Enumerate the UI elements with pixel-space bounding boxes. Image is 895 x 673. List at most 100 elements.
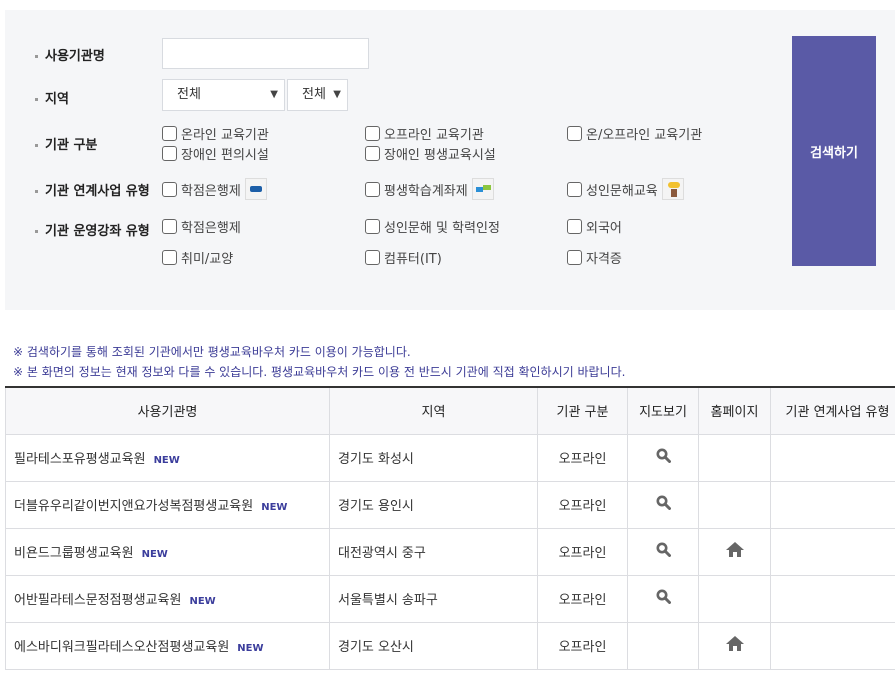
region-cell: 경기도 오산시 (329, 621, 538, 670)
course-checkbox[interactable]: 자격증 (567, 248, 622, 267)
region-label: 지역 (35, 88, 69, 107)
table-row: 필라테스포유평생교육원 NEW 경기도 화성시 오프라인 (5, 433, 895, 482)
link-type-cell (770, 621, 895, 670)
course-checkbox[interactable]: 컴퓨터(IT) (365, 248, 442, 267)
notice-2: ※ 본 화면의 정보는 현재 정보와 다를 수 있습니다. 평생교육바우처 카드… (13, 365, 626, 379)
institution-name-link[interactable]: 어반필라테스문정점평생교육원 (14, 593, 181, 608)
magnifier-icon[interactable] (656, 495, 671, 514)
type-checkbox[interactable]: 장애인 평생교육시설 (365, 144, 496, 163)
link-label: 기관 연계사업 유형 (35, 180, 150, 199)
checkbox[interactable] (365, 146, 380, 161)
link-checkbox[interactable]: 평생학습계좌제 (365, 178, 494, 200)
col-header-homepage: 홈페이지 (698, 387, 771, 435)
checkbox[interactable] (567, 219, 582, 234)
checkbox[interactable] (365, 126, 380, 141)
region-select-1[interactable]: 전체 ▼ (162, 79, 285, 111)
checkbox-label: 컴퓨터(IT) (384, 252, 442, 267)
institution-name-link[interactable]: 에스바디워크필라테스오산점평생교육원 (14, 640, 229, 655)
map-cell (627, 574, 699, 623)
search-button[interactable]: 검색하기 (792, 36, 876, 266)
course-checkbox[interactable]: 취미/교양 (162, 248, 233, 267)
region-cell: 대전광역시 중구 (329, 527, 538, 576)
new-badge: NEW (189, 596, 216, 607)
col-header-type: 기관 구분 (537, 387, 628, 435)
course-checkbox[interactable]: 학점은행제 (162, 217, 241, 236)
link-type-cell (770, 527, 895, 576)
col-header-region: 지역 (329, 387, 538, 435)
search-panel: 사용기관명 지역 전체 ▼ 전체 ▼ 기관 구분 온라인 교육기관 오프라인 교육기… (5, 10, 895, 310)
new-badge: NEW (141, 549, 168, 560)
table-row: 어반필라테스문정점평생교육원 NEW 서울특별시 송파구 오프라인 (5, 574, 895, 623)
checkbox[interactable] (365, 250, 380, 265)
homepage-cell (698, 574, 771, 623)
link-type-cell (770, 574, 895, 623)
link-checkbox[interactable]: 학점은행제 (162, 178, 267, 200)
course-checkbox[interactable]: 성인문해 및 학력인정 (365, 217, 500, 236)
type-value: 오프라인 (558, 499, 607, 514)
table-row: 에스바디워크필라테스오산점평생교육원 NEW 경기도 오산시 오프라인 (5, 621, 895, 670)
region-cell: 서울특별시 송파구 (329, 574, 538, 623)
institution-name-input[interactable] (162, 38, 369, 69)
type-cell: 오프라인 (537, 433, 628, 482)
table-row: 더블유우리같이번지앤요가성복점평생교육원 NEW 경기도 용인시 오프라인 (5, 480, 895, 529)
checkbox-label: 학점은행제 (181, 221, 241, 236)
magnifier-icon[interactable] (656, 448, 671, 467)
region-select-2-value: 전체 (302, 87, 326, 102)
region-cell: 경기도 화성시 (329, 433, 538, 482)
type-checkbox[interactable]: 온/오프라인 교육기관 (567, 124, 702, 143)
checkbox-label: 취미/교양 (181, 252, 234, 267)
type-cell: 오프라인 (537, 480, 628, 529)
homepage-cell (698, 433, 771, 482)
checkbox-label: 온/오프라인 교육기관 (586, 128, 703, 143)
new-badge: NEW (261, 502, 288, 513)
type-value: 오프라인 (558, 452, 607, 467)
institution-name-cell: 에스바디워크필라테스오산점평생교육원 NEW (5, 621, 330, 670)
table-row: 비욘드그룹평생교육원 NEW 대전광역시 중구 오프라인 (5, 527, 895, 576)
checkbox-label: 평생학습계좌제 (384, 183, 468, 199)
checkbox-label: 성인문해교육 (586, 183, 658, 199)
col-header-map: 지도보기 (627, 387, 699, 435)
course-checkbox[interactable]: 외국어 (567, 217, 622, 236)
checkbox[interactable] (365, 219, 380, 234)
magnifier-icon[interactable] (656, 589, 671, 608)
type-cell: 오프라인 (537, 621, 628, 670)
name-label: 사용기관명 (35, 45, 105, 64)
graduation-cap-icon (244, 178, 267, 200)
type-checkbox[interactable]: 온라인 교육기관 (162, 124, 269, 143)
checkbox[interactable] (365, 181, 380, 197)
checkbox-label: 외국어 (586, 221, 622, 236)
checkbox[interactable] (567, 181, 582, 197)
checkbox[interactable] (162, 219, 177, 234)
checkbox-label: 학점은행제 (181, 183, 241, 199)
type-cell: 오프라인 (537, 527, 628, 576)
flower-pot-icon (661, 178, 684, 200)
home-icon[interactable] (725, 636, 744, 655)
region-select-2[interactable]: 전체 ▼ (287, 79, 348, 111)
home-icon[interactable] (725, 542, 744, 561)
region-select-1-value: 전체 (177, 87, 201, 102)
institution-name-link[interactable]: 더블유우리같이번지앤요가성복점평생교육원 (14, 499, 253, 514)
institution-name-link[interactable]: 필라테스포유평생교육원 (14, 452, 146, 467)
checkbox-label: 성인문해 및 학력인정 (384, 221, 500, 236)
checkbox-label: 장애인 편의시설 (181, 148, 269, 163)
col-header-name: 사용기관명 (5, 387, 330, 435)
course-label: 기관 운영강좌 유형 (35, 220, 150, 239)
type-checkbox[interactable]: 장애인 편의시설 (162, 144, 269, 163)
link-checkbox[interactable]: 성인문해교육 (567, 178, 684, 200)
institution-name-link[interactable]: 비욘드그룹평생교육원 (14, 546, 134, 561)
magnifier-icon[interactable] (656, 542, 671, 561)
checkbox[interactable] (162, 146, 177, 161)
type-label: 기관 구분 (35, 134, 97, 153)
checkbox[interactable] (567, 126, 582, 141)
type-checkbox[interactable]: 오프라인 교육기관 (365, 124, 484, 143)
homepage-cell (698, 527, 771, 576)
type-value: 오프라인 (558, 546, 607, 561)
institution-name-cell: 어반필라테스문정점평생교육원 NEW (5, 574, 330, 623)
checkbox-label: 자격증 (586, 252, 622, 267)
checkbox[interactable] (162, 181, 177, 197)
checkbox[interactable] (567, 250, 582, 265)
checkbox[interactable] (162, 126, 177, 141)
institution-name-cell: 비욘드그룹평생교육원 NEW (5, 527, 330, 576)
institution-name-cell: 필라테스포유평생교육원 NEW (5, 433, 330, 482)
checkbox[interactable] (162, 250, 177, 265)
